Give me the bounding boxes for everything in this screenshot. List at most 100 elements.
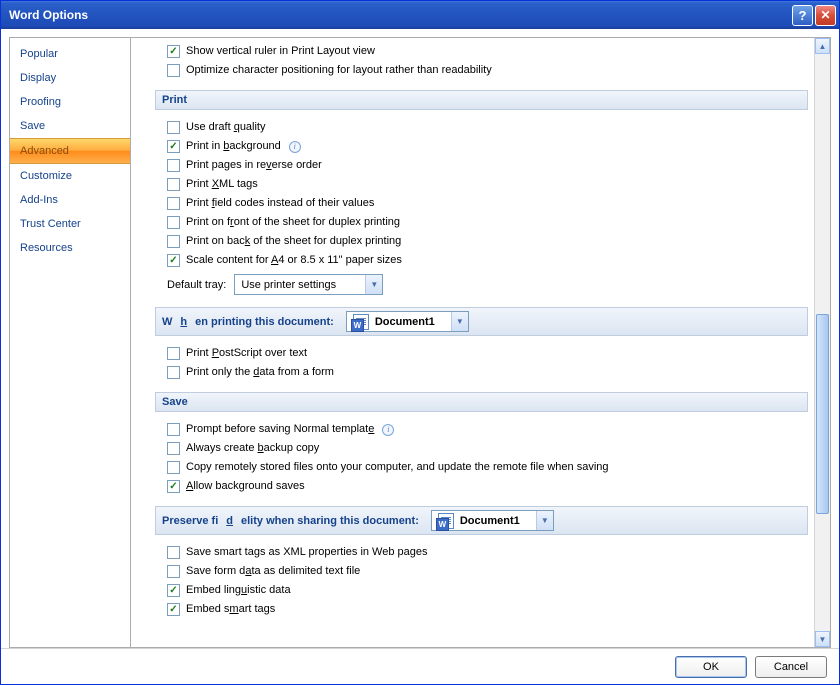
vertical-scrollbar[interactable]: ▲ ▼ xyxy=(814,38,830,647)
close-button[interactable]: ✕ xyxy=(815,5,836,26)
dialog-footer: OK Cancel xyxy=(1,648,839,684)
info-icon[interactable]: i xyxy=(382,424,394,436)
combo-value: Document1 xyxy=(432,513,536,529)
checkbox[interactable] xyxy=(167,546,180,559)
sidebar-item-display[interactable]: Display xyxy=(10,66,130,90)
option-label: Print in background xyxy=(186,138,281,155)
option-label: Always create backup copy xyxy=(186,440,319,457)
ok-button[interactable]: OK xyxy=(675,656,747,678)
checkbox[interactable] xyxy=(167,140,180,153)
sidebar-item-proofing[interactable]: Proofing xyxy=(10,90,130,114)
chevron-down-icon[interactable]: ▼ xyxy=(365,275,382,294)
option-label: Print only the data from a form xyxy=(186,364,334,381)
option-label: Optimize character positioning for layou… xyxy=(186,62,492,79)
sidebar-item-advanced[interactable]: Advanced xyxy=(10,138,130,164)
cancel-button[interactable]: Cancel xyxy=(755,656,827,678)
checkbox[interactable] xyxy=(167,366,180,379)
printing-document-combo[interactable]: Document1▼ xyxy=(346,311,469,332)
combo-value: Document1 xyxy=(347,314,451,330)
titlebar[interactable]: Word Options ? ✕ xyxy=(1,1,839,29)
checkbox[interactable] xyxy=(167,121,180,134)
option-label: Save smart tags as XML properties in Web… xyxy=(186,544,428,561)
section-header: Save xyxy=(155,392,808,412)
checkbox[interactable] xyxy=(167,584,180,597)
sidebar-item-customize[interactable]: Customize xyxy=(10,164,130,188)
option-printdoc-0[interactable]: Print PostScript over text xyxy=(155,344,814,363)
option-save-0[interactable]: Prompt before saving Normal template i xyxy=(155,420,814,439)
option-fidelity-2[interactable]: Embed linguistic data xyxy=(155,581,814,600)
sidebar-item-save[interactable]: Save xyxy=(10,114,130,138)
checkbox[interactable] xyxy=(167,461,180,474)
option-label: Print PostScript over text xyxy=(186,345,307,362)
section-header: Print xyxy=(155,90,808,110)
word-document-icon xyxy=(353,314,369,330)
option-printdoc-1[interactable]: Print only the data from a form xyxy=(155,363,814,382)
sidebar-item-resources[interactable]: Resources xyxy=(10,236,130,260)
section-header: When printing this document:Document1▼ xyxy=(155,307,808,336)
scroll-track[interactable] xyxy=(815,54,830,631)
checkbox[interactable] xyxy=(167,603,180,616)
checkbox[interactable] xyxy=(167,442,180,455)
option-label: Prompt before saving Normal template xyxy=(186,421,374,438)
checkbox[interactable] xyxy=(167,423,180,436)
checkbox[interactable] xyxy=(167,178,180,191)
option-print-2[interactable]: Print pages in reverse order xyxy=(155,156,814,175)
option-label: Print on back of the sheet for duplex pr… xyxy=(186,233,401,250)
option-label: Embed linguistic data xyxy=(186,582,291,599)
option-top-0[interactable]: Show vertical ruler in Print Layout view xyxy=(155,42,814,61)
option-save-3[interactable]: Allow background saves xyxy=(155,477,814,496)
checkbox[interactable] xyxy=(167,197,180,210)
sidebar-item-add-ins[interactable]: Add-Ins xyxy=(10,188,130,212)
checkbox[interactable] xyxy=(167,254,180,267)
option-label: Use draft quality xyxy=(186,119,266,136)
content-pane: Show vertical ruler in Print Layout view… xyxy=(131,38,814,647)
option-label: Allow background saves xyxy=(186,478,305,495)
option-fidelity-3[interactable]: Embed smart tags xyxy=(155,600,814,619)
scroll-up-button[interactable]: ▲ xyxy=(815,38,830,54)
option-label: Save form data as delimited text file xyxy=(186,563,360,580)
help-button[interactable]: ? xyxy=(792,5,813,26)
checkbox[interactable] xyxy=(167,64,180,77)
checkbox[interactable] xyxy=(167,159,180,172)
fidelity-document-combo[interactable]: Document1▼ xyxy=(431,510,554,531)
sidebar-item-popular[interactable]: Popular xyxy=(10,42,130,66)
option-label: Print field codes instead of their value… xyxy=(186,195,374,212)
option-fidelity-0[interactable]: Save smart tags as XML properties in Web… xyxy=(155,543,814,562)
checkbox[interactable] xyxy=(167,45,180,58)
sidebar-item-trust-center[interactable]: Trust Center xyxy=(10,212,130,236)
option-save-2[interactable]: Copy remotely stored files onto your com… xyxy=(155,458,814,477)
option-print-0[interactable]: Use draft quality xyxy=(155,118,814,137)
option-top-1[interactable]: Optimize character positioning for layou… xyxy=(155,61,814,80)
default-tray-field: Default tray: Use printer settings▼ xyxy=(155,270,814,297)
word-document-icon xyxy=(438,513,454,529)
default-tray-combo[interactable]: Use printer settings▼ xyxy=(234,274,383,295)
checkbox[interactable] xyxy=(167,480,180,493)
chevron-down-icon[interactable]: ▼ xyxy=(451,312,468,331)
option-print-6[interactable]: Print on back of the sheet for duplex pr… xyxy=(155,232,814,251)
chevron-down-icon[interactable]: ▼ xyxy=(536,511,553,530)
option-fidelity-1[interactable]: Save form data as delimited text file xyxy=(155,562,814,581)
option-label: Copy remotely stored files onto your com… xyxy=(186,459,609,476)
option-label: Print pages in reverse order xyxy=(186,157,322,174)
option-label: Show vertical ruler in Print Layout view xyxy=(186,43,375,60)
option-print-7[interactable]: Scale content for A4 or 8.5 x 11" paper … xyxy=(155,251,814,270)
scroll-thumb[interactable] xyxy=(816,314,829,514)
checkbox[interactable] xyxy=(167,235,180,248)
option-label: Print on front of the sheet for duplex p… xyxy=(186,214,400,231)
option-print-1[interactable]: Print in background i xyxy=(155,137,814,156)
option-save-1[interactable]: Always create backup copy xyxy=(155,439,814,458)
option-print-5[interactable]: Print on front of the sheet for duplex p… xyxy=(155,213,814,232)
checkbox[interactable] xyxy=(167,565,180,578)
checkbox[interactable] xyxy=(167,347,180,360)
scroll-down-button[interactable]: ▼ xyxy=(815,631,830,647)
option-label: Print XML tags xyxy=(186,176,258,193)
checkbox[interactable] xyxy=(167,216,180,229)
field-label: Default tray: xyxy=(167,279,226,291)
window-title: Word Options xyxy=(9,8,792,22)
option-print-4[interactable]: Print field codes instead of their value… xyxy=(155,194,814,213)
option-label: Scale content for A4 or 8.5 x 11" paper … xyxy=(186,252,402,269)
word-options-dialog: Word Options ? ✕ PopularDisplayProofingS… xyxy=(0,0,840,685)
sidebar: PopularDisplayProofingSaveAdvancedCustom… xyxy=(9,37,131,648)
option-print-3[interactable]: Print XML tags xyxy=(155,175,814,194)
info-icon[interactable]: i xyxy=(289,141,301,153)
